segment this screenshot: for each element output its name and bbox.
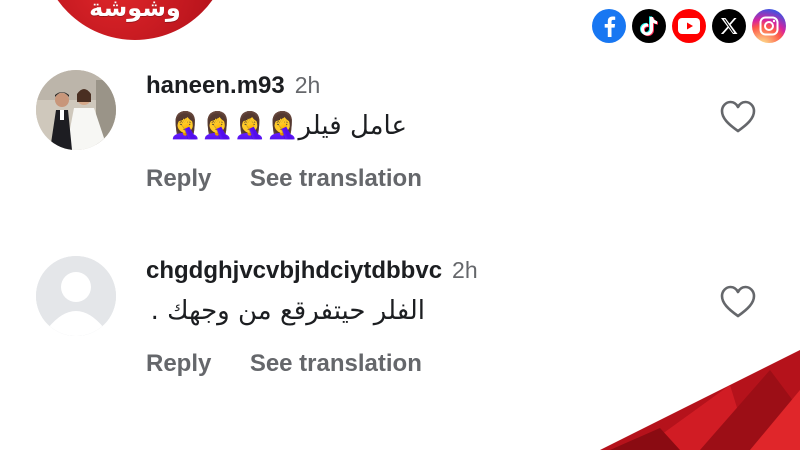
comment-text: الفلر حيتفرقع من وجهك . (150, 296, 425, 326)
instagram-icon[interactable] (752, 9, 786, 43)
brand-name: وشوشة (89, 0, 181, 22)
comment-actions: Reply See translation (146, 165, 456, 193)
avatar-photo (36, 70, 116, 150)
x-icon[interactable] (712, 9, 746, 43)
facebook-icon[interactable] (592, 9, 626, 43)
username[interactable]: haneen.m93 (146, 72, 285, 99)
see-translation-button[interactable]: See translation (250, 165, 422, 192)
timestamp: 2h (452, 257, 478, 283)
avatar[interactable] (36, 70, 116, 150)
comment-header: chgdghjvcvbjhdciytdbbvc 2h (146, 257, 478, 285)
see-translation-button[interactable]: See translation (250, 350, 422, 377)
comment-actions: Reply See translation (146, 350, 456, 378)
social-links (592, 9, 786, 43)
comment-text: عامل فيلر🤦‍♀️🤦‍♀️🤦‍♀️🤦‍♀️ (168, 111, 407, 141)
username[interactable]: chgdghjvcvbjhdciytdbbvc (146, 257, 442, 284)
reply-button[interactable]: Reply (146, 165, 211, 192)
tiktok-icon[interactable] (632, 9, 666, 43)
timestamp: 2h (294, 72, 321, 98)
like-heart-icon[interactable] (720, 100, 756, 134)
like-heart-icon[interactable] (720, 285, 756, 319)
avatar[interactable] (36, 256, 116, 336)
youtube-icon[interactable] (672, 9, 706, 43)
comment-header: haneen.m93 2h (146, 72, 320, 100)
decorative-corner (600, 350, 800, 450)
brand-logo: وشوشة (40, 0, 230, 40)
default-avatar-icon (36, 256, 116, 336)
reply-button[interactable]: Reply (146, 350, 211, 377)
